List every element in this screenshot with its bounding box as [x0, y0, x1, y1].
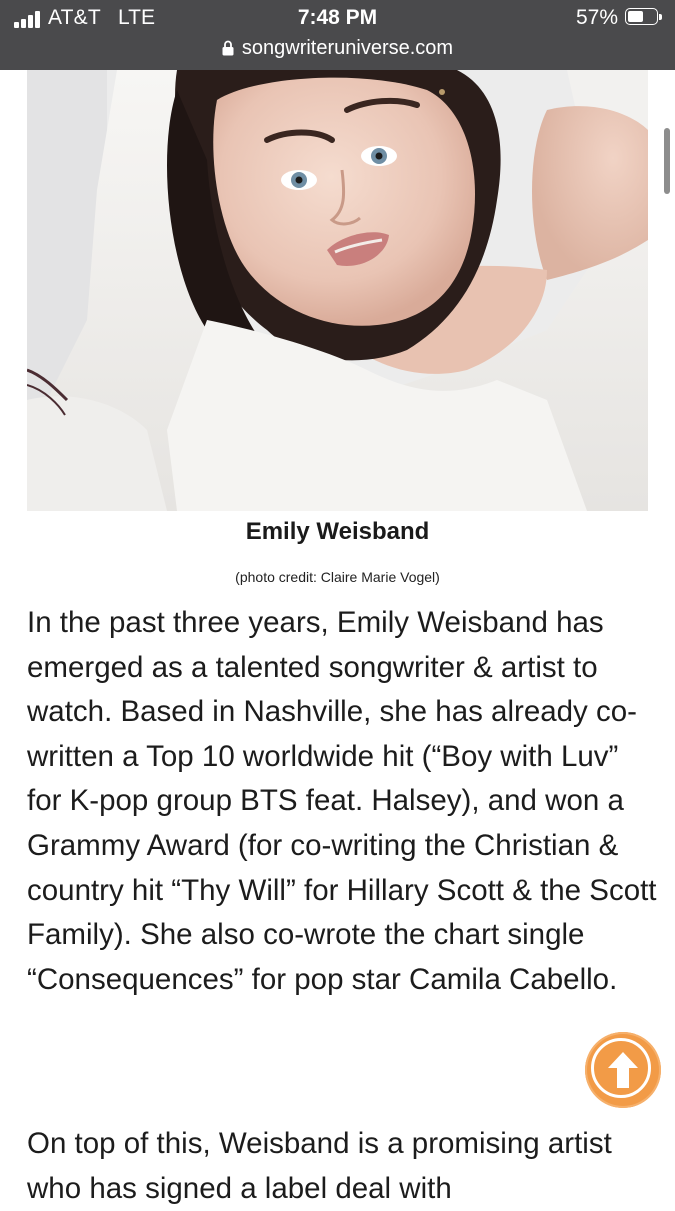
- browser-status-bar: AT&T LTE 7:48 PM 57% songwriteruniverse.…: [0, 0, 675, 70]
- arrow-up-icon: [608, 1052, 638, 1088]
- url-text[interactable]: songwriteruniverse.com: [242, 37, 453, 59]
- status-row: AT&T LTE 7:48 PM 57%: [0, 6, 675, 32]
- clock: 7:48 PM: [297, 6, 378, 29]
- battery-icon: [625, 8, 663, 27]
- page-scrollbar[interactable]: [664, 128, 670, 194]
- lock-icon: [222, 39, 234, 62]
- article-photo: [27, 70, 648, 511]
- battery-percent: 57%: [575, 6, 618, 29]
- photo-credit: (photo credit: Claire Marie Vogel): [235, 569, 440, 585]
- article-paragraph: On top of this, Weisband is a promising …: [27, 1127, 612, 1205]
- photo-caption-name: Emily Weisband: [245, 518, 430, 545]
- address-bar[interactable]: songwriteruniverse.com: [0, 37, 675, 62]
- article-paragraph: In the past three years, Emily Weisband …: [27, 606, 657, 996]
- scroll-to-top-button[interactable]: [585, 1032, 661, 1108]
